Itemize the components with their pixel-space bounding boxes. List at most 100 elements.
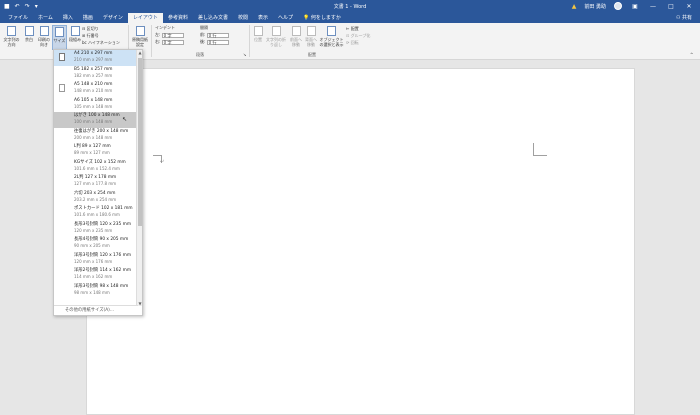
indent-right-input[interactable]: 0 字 — [161, 39, 184, 45]
size-label: サイズ — [53, 38, 66, 43]
send-backward-button[interactable]: 背面へ移動 — [304, 26, 318, 47]
tab-review[interactable]: 校閲 — [233, 13, 253, 23]
columns-label: 段組み — [69, 37, 81, 42]
wrap-text-button[interactable]: 文字列の折り返し — [265, 26, 287, 47]
paper-size-dimensions: 120 mm x 235 mm — [74, 227, 113, 233]
indent-left-input[interactable]: 0 字 — [161, 32, 184, 38]
bring-forward-label: 前面へ移動 — [290, 37, 302, 47]
manuscript-settings-button[interactable]: 原稿用紙設定 — [131, 26, 149, 47]
collapse-ribbon-icon[interactable]: ^ — [690, 52, 693, 58]
paper-size-item[interactable]: B5 182 x 257 mm 182 mm x 257 mm — [54, 66, 142, 82]
paper-size-dimensions: 114 mm x 162 mm — [74, 274, 113, 279]
paper-size-item[interactable]: 洋形3号封筒 120 x 176 mm 120 mm x 176 mm — [54, 252, 142, 268]
paper-size-dimensions: 182 mm x 257 mm — [74, 72, 113, 78]
breaks-button[interactable]: ⊟ 区切り — [82, 26, 99, 32]
align-button[interactable]: ⊨ 配置 — [346, 26, 359, 32]
paper-size-dimensions: 89 mm x 127 mm — [74, 150, 110, 155]
wrap-text-icon — [271, 26, 281, 36]
paper-size-item[interactable]: 2L判 127 x 178 mm 127 mm x 177.8 mm — [54, 174, 142, 190]
wrap-text-label: 文字列の折り返し — [266, 37, 286, 47]
separator — [151, 25, 152, 57]
tab-design[interactable]: デザイン — [98, 13, 128, 23]
tab-layout[interactable]: レイアウト — [127, 13, 163, 23]
paper-size-item[interactable]: A5 148 x 210 mm 148 mm x 210 mm — [54, 81, 142, 97]
crop-mark — [533, 143, 534, 155]
avatar[interactable] — [614, 2, 622, 10]
paper-size-item[interactable]: L判 89 x 127 mm 89 mm x 127 mm — [54, 143, 142, 159]
align-label: 配置 — [350, 26, 359, 31]
paragraph-group-label: 段落 — [196, 52, 204, 57]
group-button[interactable]: ⊡ グループ化 — [346, 33, 370, 39]
paper-size-dimensions: 98 mm x 148 mm — [74, 289, 110, 295]
send-backward-label: 背面へ移動 — [305, 37, 317, 47]
paper-size-item[interactable]: 洋形3号封筒 98 x 148 mm 98 mm x 148 mm — [54, 283, 142, 299]
bring-forward-button[interactable]: 前面へ移動 — [289, 26, 303, 47]
tell-me-label: 何をしますか — [310, 15, 341, 21]
text-direction-button[interactable]: 文字列の方向 — [3, 26, 20, 47]
columns-button[interactable]: 段組み — [69, 26, 81, 42]
bring-forward-icon — [291, 26, 301, 36]
more-paper-sizes-link[interactable]: その他の用紙サイズ(A)... — [54, 305, 138, 315]
spacing-before-input[interactable]: 0 行 — [206, 32, 229, 38]
paper-size-item[interactable]: A6 105 x 148 mm 105 mm x 148 mm — [54, 97, 142, 113]
spacing-before-label: 前: — [200, 32, 206, 37]
share-button[interactable]: ⚇ 共有 — [676, 13, 692, 23]
orientation-button[interactable]: 印刷の向き — [37, 26, 51, 47]
selection-pane-button[interactable]: オブジェクトの選択と表示 — [319, 26, 344, 47]
tab-references[interactable]: 参考資料 — [163, 13, 193, 23]
paper-size-dimensions: 90 mm x 205 mm — [74, 243, 110, 248]
paper-size-dimensions: 100 mm x 148 mm — [74, 119, 113, 124]
spacing-after-input[interactable]: 0 行 — [206, 39, 229, 45]
selection-pane-icon — [327, 26, 336, 36]
paper-size-item[interactable]: 長形4号封筒 90 x 205 mm 90 mm x 205 mm — [54, 236, 142, 252]
paper-size-item[interactable]: 六切 203 x 254 mm 203.2 mm x 254 mm — [54, 190, 142, 206]
paper-size-dimensions: 210 mm x 297 mm — [74, 57, 113, 62]
rotate-button[interactable]: ⟳ 回転 — [346, 40, 359, 46]
user-name[interactable]: 前田 勇助 — [584, 3, 606, 10]
orientation-label: 印刷の向き — [38, 37, 50, 47]
lightbulb-icon: 💡 — [303, 15, 311, 21]
paper-size-item[interactable]: 洋形2号封筒 114 x 162 mm 114 mm x 162 mm — [54, 267, 142, 283]
maximize-icon[interactable]: □ — [666, 3, 676, 10]
paper-size-item[interactable]: KGサイズ 102 x 152 mm 101.6 mm x 152.4 mm — [54, 159, 142, 175]
paper-size-item[interactable]: 往復はがき 200 x 148 mm 200 mm x 148 mm — [54, 128, 142, 144]
tab-mailings[interactable]: 差し込み文書 — [193, 13, 233, 23]
tell-me-search[interactable]: 💡 何をしますか — [298, 13, 346, 23]
paper-size-dimensions: 101.6 mm x 152.4 mm — [74, 165, 120, 171]
position-button[interactable]: 位置 — [252, 26, 264, 42]
orientation-icon — [39, 26, 49, 36]
indent-right-label: 右: — [155, 39, 161, 44]
margins-label: 余白 — [25, 37, 33, 42]
tab-home[interactable]: ホーム — [33, 13, 58, 23]
tab-insert[interactable]: 挿入 — [58, 13, 78, 23]
paper-size-dimensions: 101.6 mm x 180.6 mm — [74, 212, 120, 217]
paper-size-item[interactable]: 長形3号封筒 120 x 235 mm 120 mm x 235 mm — [54, 221, 142, 237]
dropdown-scrollbar[interactable]: ▲ ▼ — [136, 50, 142, 306]
ribbon-display-icon[interactable]: ▣ — [630, 3, 640, 10]
margins-button[interactable]: 余白 — [22, 26, 36, 42]
ribbon-tabs: ファイル ホーム 挿入 描画 デザイン レイアウト 参考資料 差し込み文書 校閲… — [0, 13, 700, 23]
line-numbers-label: 行番号 — [86, 33, 99, 38]
page-icon — [59, 53, 65, 61]
crop-mark — [153, 155, 161, 156]
scroll-up-icon[interactable]: ▲ — [137, 50, 143, 55]
paper-size-item[interactable]: A4 210 x 297 mm 210 mm x 297 mm — [54, 50, 142, 66]
scrollbar-thumb[interactable] — [138, 58, 142, 226]
hyphenation-label: ハイフネーション — [88, 40, 120, 45]
tab-help[interactable]: ヘルプ — [273, 13, 298, 23]
hyphenation-button[interactable]: bc ハイフネーション — [82, 40, 120, 46]
tab-file[interactable]: ファイル — [3, 13, 33, 23]
document-page[interactable] — [86, 68, 635, 415]
indent-header: インデント — [155, 25, 175, 30]
size-button[interactable]: サイズ — [52, 25, 67, 50]
tab-draw[interactable]: 描画 — [78, 13, 98, 23]
position-icon — [253, 26, 263, 36]
paper-size-item[interactable]: ポストカード 102 x 181 mm 101.6 mm x 180.6 mm — [54, 205, 142, 221]
minimize-icon[interactable]: — — [648, 3, 658, 10]
line-numbers-button[interactable]: ⊞ 行番号 — [82, 33, 99, 39]
warning-icon[interactable]: ▲ — [572, 3, 577, 10]
paper-size-item[interactable]: はがき 100 x 148 mm 100 mm x 148 mm ↖ — [54, 112, 142, 128]
paragraph-launcher-icon[interactable]: ↘ — [243, 52, 246, 58]
close-icon[interactable]: ✕ — [684, 3, 694, 10]
tab-view[interactable]: 表示 — [253, 13, 273, 23]
